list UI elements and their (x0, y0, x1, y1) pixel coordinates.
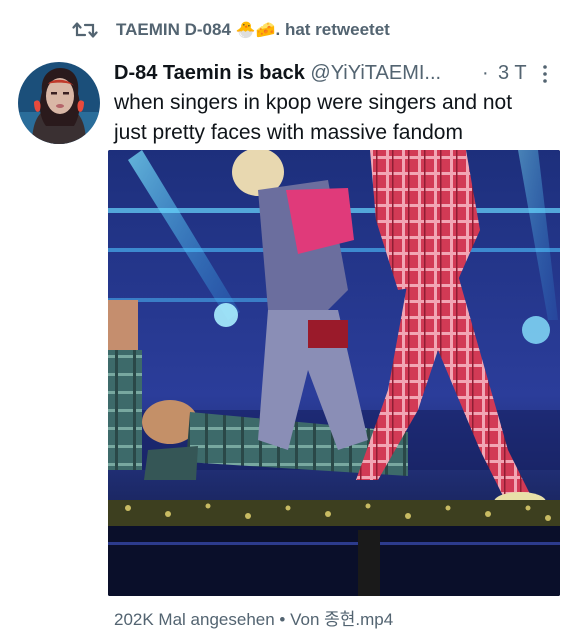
retweet-context: TAEMIN D-084 🐣🧀. hat retweetet (0, 14, 576, 48)
more-options-icon[interactable] (537, 64, 553, 84)
video-thumbnail[interactable] (108, 150, 560, 596)
footer-separator: • (279, 610, 286, 629)
retweet-icon (72, 18, 98, 42)
tweet-text-line: just pretty faces with massive fandom (114, 121, 463, 144)
retweeter-name-link[interactable]: TAEMIN D-084 (116, 20, 231, 39)
tweet-footer: 202K Mal angesehen • Von 종현.mp4 (114, 608, 393, 632)
tweet-text-line: when singers in kpop were singers and no… (114, 91, 513, 114)
tweet-text: when singers in kpop were singers and no… (114, 88, 564, 148)
retweeter-emoji: 🐣🧀 (235, 22, 276, 39)
retweet-suffix: . hat retweetet (275, 20, 390, 39)
separator-dot: · (482, 62, 489, 84)
display-name[interactable]: D-84 Taemin is back (114, 62, 305, 84)
timestamp[interactable]: 3 T (498, 60, 527, 86)
tweet-header: D-84 Taemin is back @YiYiTAEMI... · 3 T (114, 60, 564, 86)
user-handle[interactable]: @YiYiTAEMI... (310, 62, 441, 84)
video-source-link[interactable]: Von 종현.mp4 (290, 610, 393, 629)
avatar[interactable] (18, 62, 100, 144)
view-count: 202K Mal angesehen (114, 610, 275, 629)
